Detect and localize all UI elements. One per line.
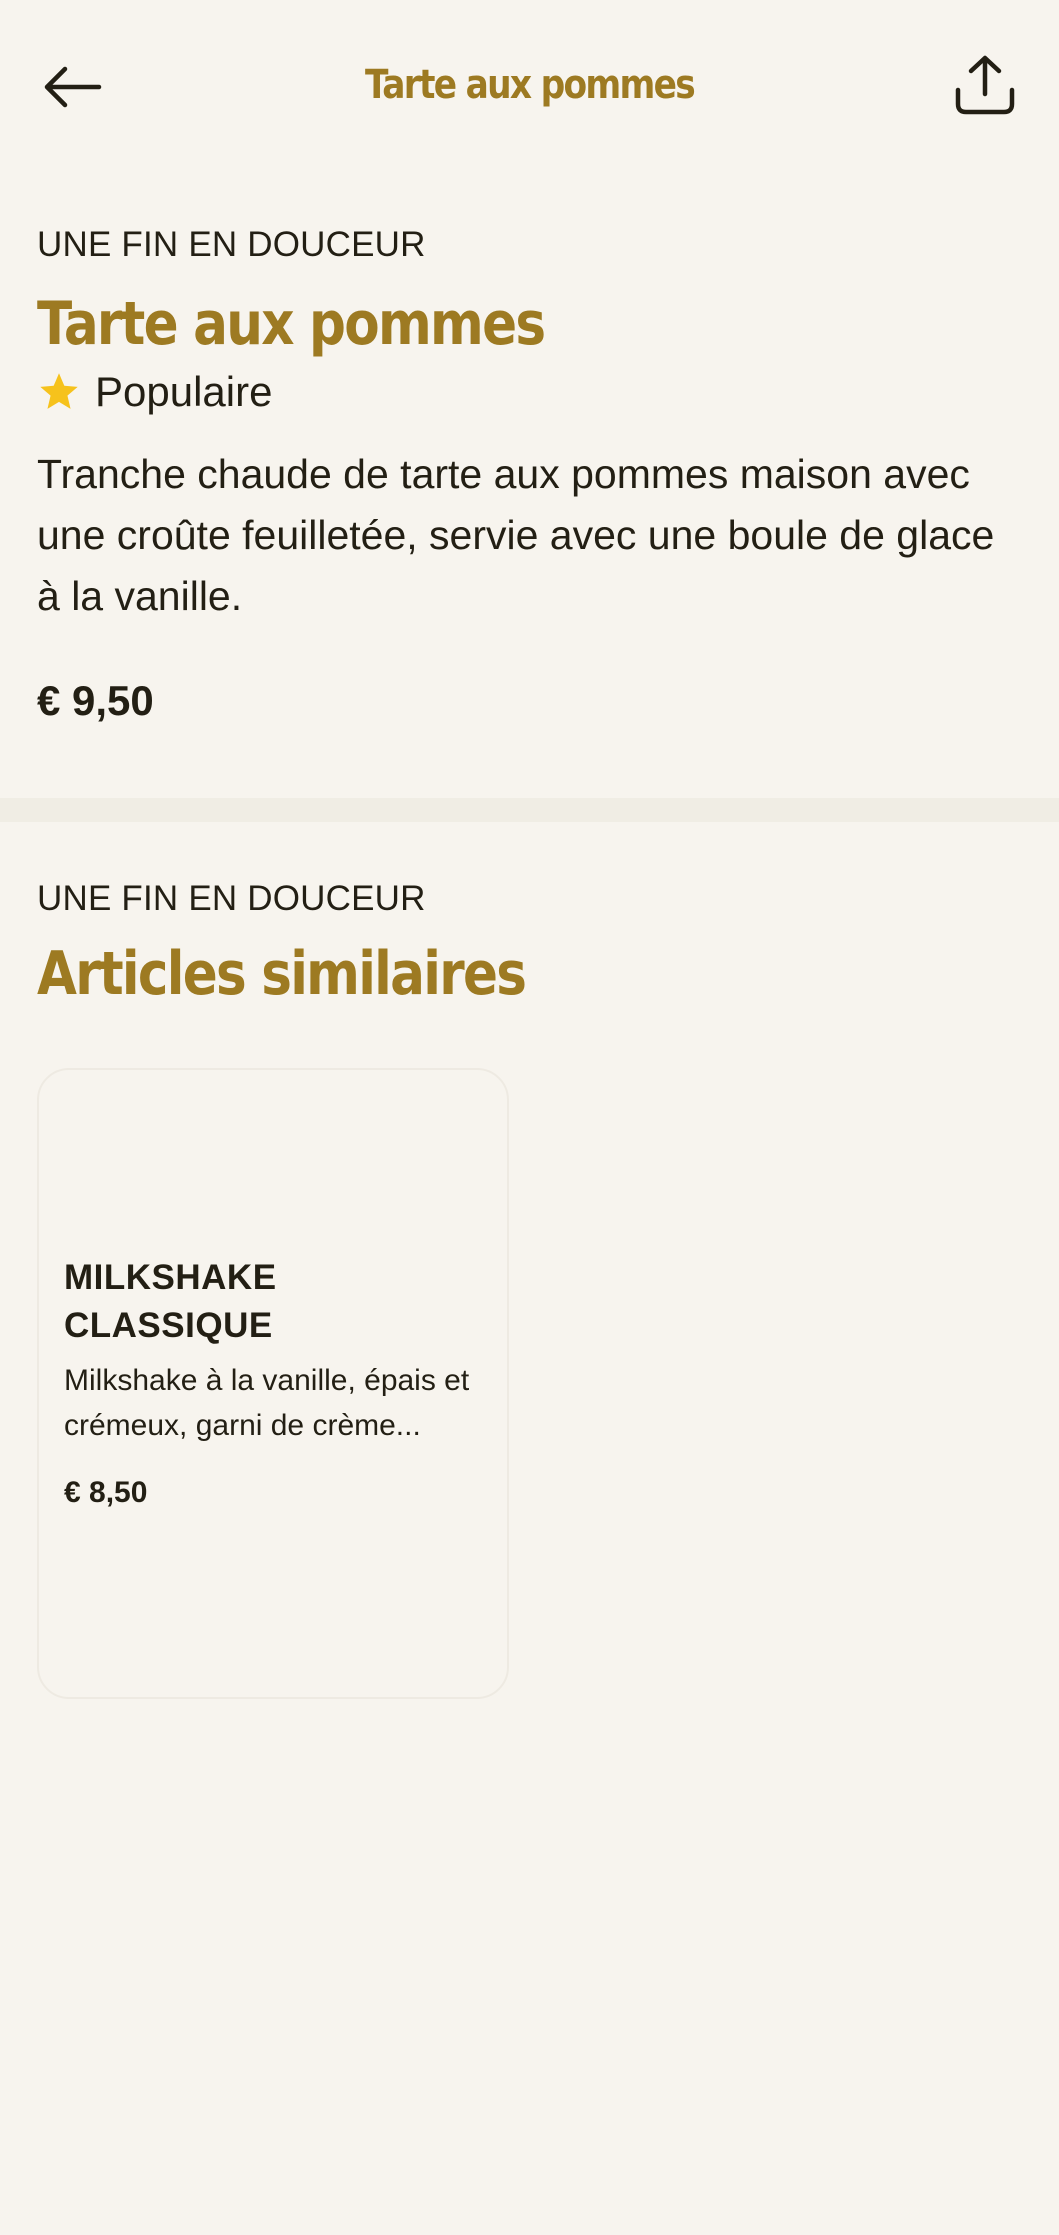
top-bar: Tarte aux pommes xyxy=(0,0,1059,170)
share-icon xyxy=(955,55,1015,115)
product-category: UNE FIN EN DOUCEUR xyxy=(37,225,426,264)
similar-category: UNE FIN EN DOUCEUR xyxy=(37,879,426,918)
similar-section: UNE FIN EN DOUCEUR Articles similaires xyxy=(37,878,1022,1012)
header-title: Tarte aux pommes xyxy=(364,62,696,108)
similar-item-description: Milkshake à la vanille, épais et crémeux… xyxy=(64,1364,470,1442)
section-divider xyxy=(0,798,1059,822)
product-details: UNE FIN EN DOUCEUR Tarte aux pommes Popu… xyxy=(37,224,1022,727)
similar-title: Articles similaires xyxy=(37,939,527,1009)
share-button[interactable] xyxy=(950,50,1020,120)
popular-badge: Populaire xyxy=(37,366,1022,418)
product-price: € 9,50 xyxy=(37,677,154,724)
badge-label: Populaire xyxy=(95,368,273,415)
similar-item-price: € 8,50 xyxy=(64,1476,148,1509)
product-description: Tranche chaude de tarte aux pommes maiso… xyxy=(37,451,995,619)
star-icon xyxy=(37,370,81,414)
product-title: Tarte aux pommes xyxy=(37,289,546,359)
similar-item-card[interactable]: MILKSHAKE CLASSIQUE Milkshake à la vanil… xyxy=(37,1068,509,1699)
similar-item-name: MILKSHAKE CLASSIQUE xyxy=(64,1258,277,1345)
